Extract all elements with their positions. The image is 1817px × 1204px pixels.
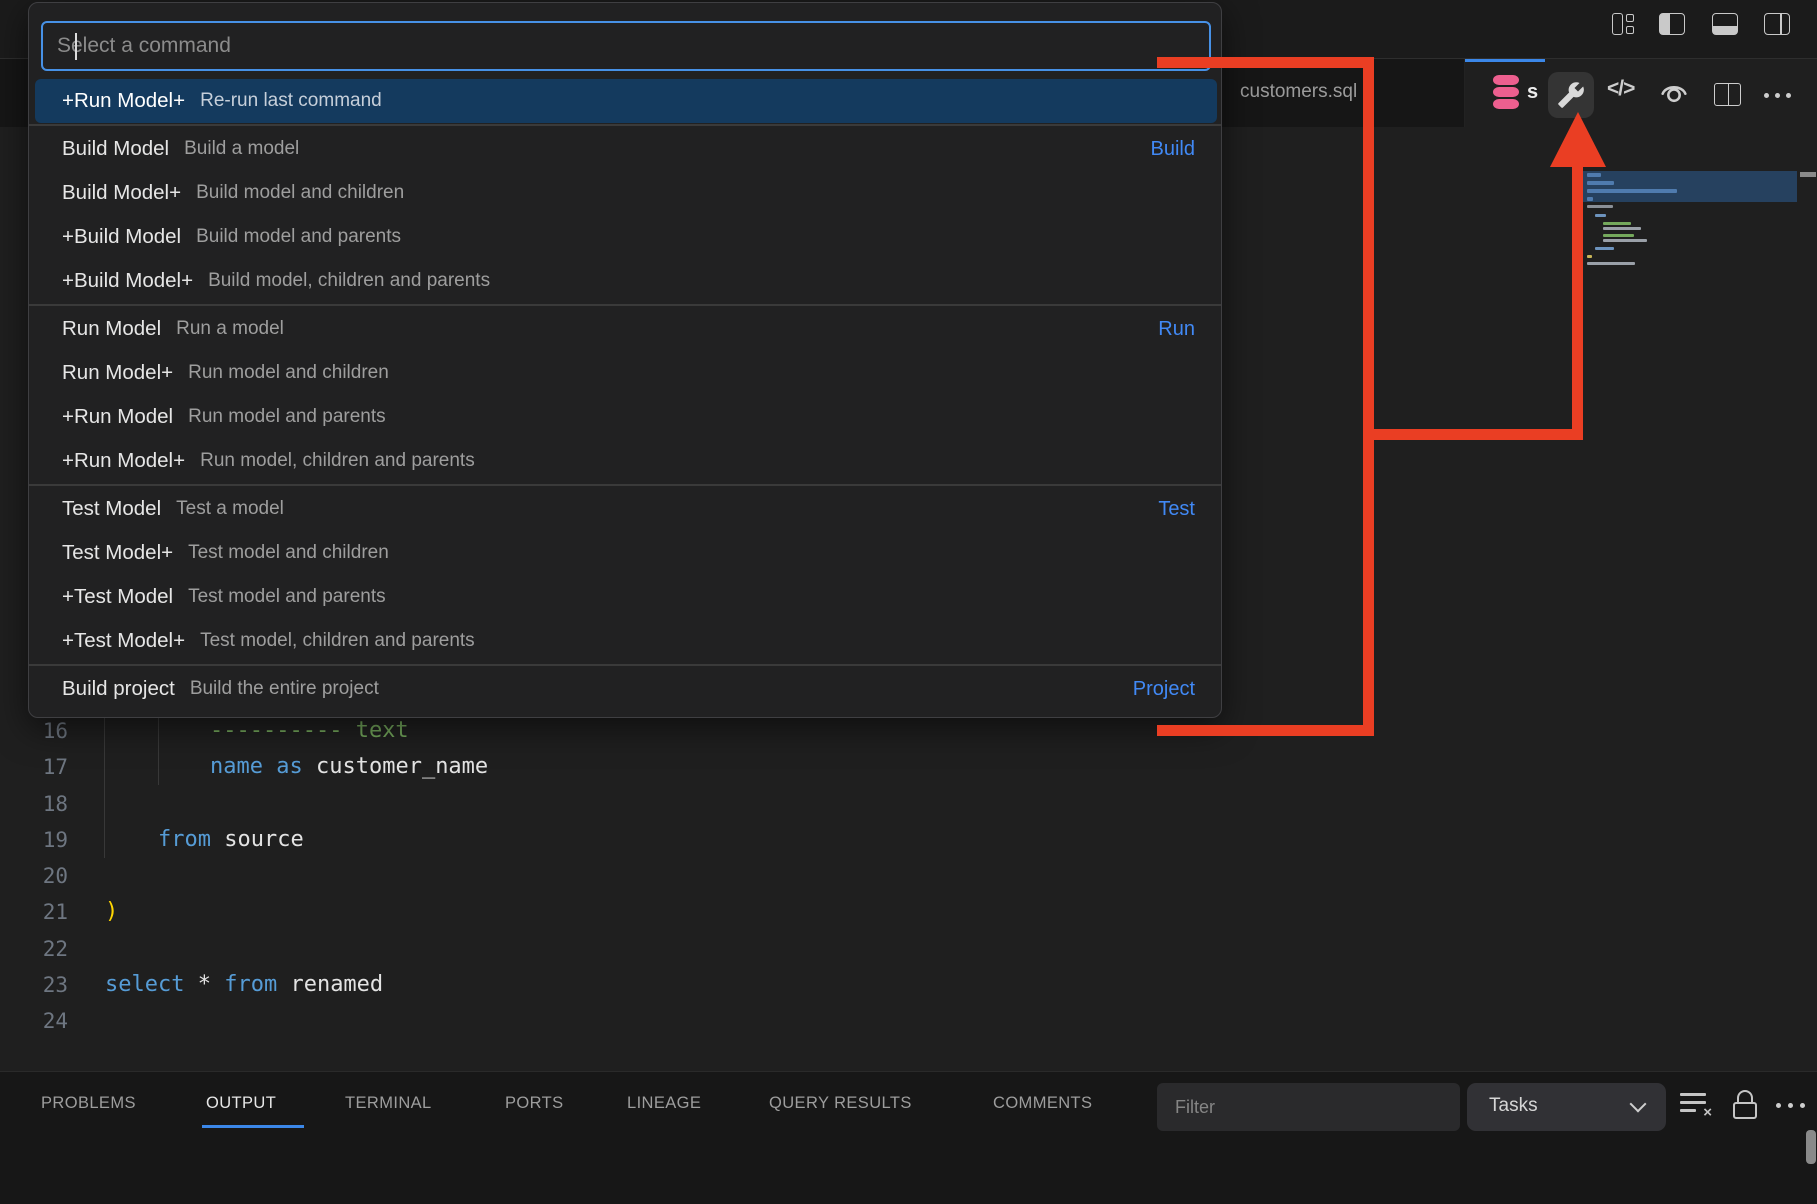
tasks-label: Tasks xyxy=(1489,1095,1538,1117)
command-item[interactable]: +Test Model Test model and parents xyxy=(35,575,1217,619)
panel-tab-comments[interactable]: COMMENTS xyxy=(993,1094,1092,1113)
command-item[interactable]: +Run Model Run model and parents xyxy=(35,395,1217,439)
command-item[interactable]: Build Model+ Build model and children xyxy=(35,171,1217,215)
annotation-arrow-top-segment xyxy=(1157,57,1374,68)
toggle-secondary-sidebar-icon[interactable] xyxy=(1764,13,1792,39)
code-line: name as customer_name xyxy=(210,749,488,785)
annotation-arrowhead xyxy=(1550,112,1606,167)
indent-guide xyxy=(104,713,105,858)
annotation-arrow-bottom-segment xyxy=(1157,725,1374,736)
minimap-selection xyxy=(1583,171,1797,202)
panel-tab-output[interactable]: OUTPUT xyxy=(206,1094,276,1113)
lock-icon[interactable] xyxy=(1733,1090,1757,1120)
command-item[interactable]: +Run Model+ Re-run last command xyxy=(35,79,1217,123)
more-actions-icon[interactable] xyxy=(1764,93,1800,99)
indent-guide xyxy=(158,713,159,785)
toggle-panel-icon[interactable] xyxy=(1712,13,1740,39)
divider xyxy=(29,484,1222,486)
annotation-arrow-shaft xyxy=(1572,160,1583,440)
command-item[interactable]: Run Model+ Run model and children xyxy=(35,351,1217,395)
tab-active[interactable]: s xyxy=(1465,59,1545,127)
tab-customers-sql[interactable]: customers.sql xyxy=(1228,59,1465,127)
command-item[interactable]: +Build Model+ Build model, children and … xyxy=(35,259,1217,303)
code-line: ) xyxy=(105,894,118,930)
tab-label: customers.sql xyxy=(1240,81,1357,103)
command-item[interactable]: Test Model Test a model Test xyxy=(35,487,1217,531)
panel-tab-terminal[interactable]: TERMINAL xyxy=(345,1094,432,1113)
annotation-arrow-vertical-segment xyxy=(1363,57,1374,736)
text-caret xyxy=(75,33,77,60)
command-item[interactable]: Test Model+ Test model and children xyxy=(35,531,1217,575)
compiled-code-icon[interactable]: </> xyxy=(1607,77,1634,101)
minimap[interactable] xyxy=(1583,150,1797,410)
database-icon xyxy=(1493,75,1519,111)
vscode-window: customers.sql s </> xyxy=(0,0,1817,1204)
command-item[interactable]: Run Model Run a model Run xyxy=(35,307,1217,351)
command-item[interactable]: +Build Model Build model and parents xyxy=(35,215,1217,259)
command-item[interactable]: +Run Model+ Run model, children and pare… xyxy=(35,439,1217,483)
code-line: ---------- text xyxy=(210,713,409,749)
toggle-sidebar-icon[interactable] xyxy=(1659,13,1687,39)
command-item[interactable]: Build Model Build a model Build xyxy=(35,127,1217,171)
code-line: from source xyxy=(158,822,304,858)
panel-tab-query-results[interactable]: QUERY RESULTS xyxy=(769,1094,912,1113)
filter-input[interactable] xyxy=(1157,1083,1460,1131)
divider xyxy=(29,664,1222,666)
bottom-panel: PROBLEMS OUTPUT TERMINAL PORTS LINEAGE Q… xyxy=(0,1071,1817,1204)
tab-label: s xyxy=(1527,81,1538,104)
panel-tab-lineage[interactable]: LINEAGE xyxy=(627,1094,701,1113)
line-number: 16 xyxy=(0,713,68,749)
line-number: 19 xyxy=(0,822,68,858)
panel-tab-problems[interactable]: PROBLEMS xyxy=(41,1094,136,1113)
annotation-arrow-connector-segment xyxy=(1363,429,1583,440)
scrollbar-marker[interactable] xyxy=(1800,172,1816,177)
divider xyxy=(29,304,1222,306)
line-number: 21 xyxy=(0,894,68,930)
line-number: 17 xyxy=(0,749,68,785)
line-number: 22 xyxy=(0,931,68,967)
command-item[interactable]: Build project Build the entire project P… xyxy=(35,667,1217,711)
line-number: 18 xyxy=(0,786,68,822)
command-item[interactable]: +Test Model+ Test model, children and pa… xyxy=(35,619,1217,663)
command-palette: +Run Model+ Re-run last command Build Mo… xyxy=(28,2,1222,718)
active-tab-indicator xyxy=(1465,59,1545,62)
command-list: +Run Model+ Re-run last command Build Mo… xyxy=(29,79,1222,718)
split-editor-icon[interactable] xyxy=(1714,83,1741,106)
clear-output-icon[interactable]: × xyxy=(1680,1091,1710,1119)
active-tab-underline xyxy=(202,1125,304,1128)
panel-tab-ports[interactable]: PORTS xyxy=(505,1094,564,1113)
tasks-dropdown[interactable]: Tasks xyxy=(1467,1083,1666,1131)
customize-layout-icon[interactable] xyxy=(1610,11,1638,37)
chevron-down-icon xyxy=(1630,1096,1647,1113)
divider xyxy=(29,124,1222,126)
command-item[interactable]: Clean project Run `dbt clean` xyxy=(35,711,1217,718)
code-line: select * from renamed xyxy=(105,967,383,1003)
line-number: 20 xyxy=(0,858,68,894)
command-input[interactable] xyxy=(41,21,1211,71)
panel-more-actions-icon[interactable] xyxy=(1776,1103,1810,1109)
panel-scrollbar[interactable] xyxy=(1806,1130,1816,1164)
line-number: 23 xyxy=(0,967,68,1003)
line-number: 24 xyxy=(0,1003,68,1039)
preview-icon[interactable] xyxy=(1657,76,1691,115)
